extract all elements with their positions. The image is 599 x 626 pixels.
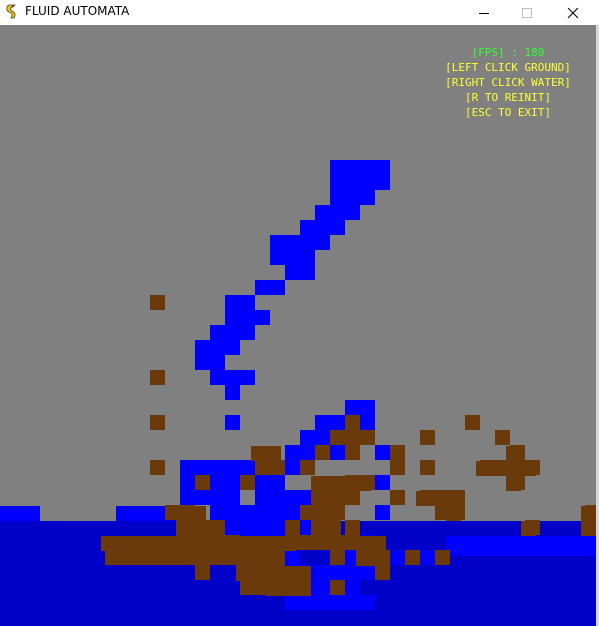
ground-cell (345, 415, 360, 430)
ground-cell (420, 430, 435, 445)
ground-cell (101, 536, 296, 551)
ground-cell (240, 475, 255, 490)
ground-cell (465, 415, 480, 430)
ground-cell (330, 580, 345, 595)
water-cell (195, 340, 240, 355)
ground-cell (446, 506, 461, 521)
water-cell (285, 595, 375, 610)
ground-cell (375, 565, 390, 580)
fps-counter: [FPS] : 180 (471, 46, 545, 59)
app-window: FLUID AUTOMATA [FPS] : 180 [LEFT CLICK G… (0, 0, 599, 626)
close-button[interactable] (550, 0, 596, 25)
title-bar[interactable]: FLUID AUTOMATA (0, 0, 599, 25)
water-cell (255, 490, 315, 505)
ground-cell (195, 475, 210, 490)
ground-cell (315, 445, 330, 460)
water-cell (375, 445, 390, 460)
maximize-button[interactable] (504, 0, 550, 25)
ground-cell (311, 491, 341, 536)
ground-cell (416, 491, 461, 506)
water-cell (225, 385, 240, 400)
maximize-icon (522, 7, 532, 18)
hint-right-click: [RIGHT CLICK WATER] (445, 76, 571, 89)
ground-cell (150, 370, 165, 385)
ground-cell (506, 446, 521, 491)
water-cell (375, 505, 390, 520)
ground-cell (240, 580, 270, 595)
ground-cell (345, 520, 360, 535)
water-cell (345, 400, 375, 415)
simulation-viewport[interactable]: [FPS] : 180 [LEFT CLICK GROUND] [RIGHT C… (0, 25, 599, 626)
ground-cell (420, 460, 435, 475)
ground-cell (195, 565, 210, 580)
water-cell (180, 490, 240, 505)
water-cell (315, 205, 360, 220)
ground-cell (285, 520, 300, 535)
ground-cell (210, 520, 225, 535)
window-title: FLUID AUTOMATA (25, 4, 130, 18)
ground-cell (315, 535, 360, 550)
water-cell (225, 310, 270, 325)
ground-cell (345, 445, 360, 460)
ground-cell (150, 460, 165, 475)
hint-exit: [ESC TO EXIT] (464, 106, 552, 119)
water-cell (210, 370, 255, 385)
water-cell (330, 160, 390, 175)
close-icon (567, 7, 579, 18)
water-cell (225, 295, 255, 310)
ground-cell (521, 521, 536, 536)
ground-cell (255, 460, 285, 475)
ground-cell (581, 506, 596, 536)
water-cell (195, 355, 225, 370)
water-cell (255, 280, 285, 295)
ground-cell (150, 415, 165, 430)
water-cell (285, 265, 315, 280)
water-cell (270, 235, 330, 250)
water-cell (330, 190, 375, 205)
ground-cell (195, 550, 240, 565)
water-cell (446, 536, 596, 556)
ground-cell (405, 550, 420, 565)
ground-cell (300, 460, 315, 475)
ground-cell (390, 445, 405, 460)
ground-cell (495, 430, 510, 445)
hint-reinit: [R TO REINIT] (464, 91, 552, 104)
ground-cell (390, 490, 405, 505)
water-cell (375, 475, 390, 490)
ground-cell (390, 460, 405, 475)
water-cell (285, 550, 300, 565)
water-cell (330, 175, 390, 190)
minimize-button[interactable] (461, 0, 507, 25)
water-cell (225, 415, 240, 430)
ground-cell (251, 446, 281, 461)
ground-cell (356, 536, 386, 566)
hud-overlay: [FPS] : 180 [LEFT CLICK GROUND] [RIGHT C… (438, 45, 578, 120)
water-cell (300, 220, 345, 235)
ground-cell (330, 430, 375, 445)
minimize-icon (479, 12, 489, 14)
ground-cell (150, 295, 165, 310)
water-cell (210, 325, 255, 340)
ground-cell (266, 566, 311, 596)
water-cell (210, 505, 315, 520)
ground-cell (311, 476, 371, 491)
ground-cell (330, 550, 345, 565)
water-cell (270, 250, 315, 265)
ground-cell (435, 550, 450, 565)
ground-cell (105, 550, 210, 565)
water-cell (0, 506, 40, 521)
water-cell (360, 415, 375, 430)
pygame-snake-icon (6, 4, 16, 19)
hint-left-click: [LEFT CLICK GROUND] (445, 61, 571, 74)
